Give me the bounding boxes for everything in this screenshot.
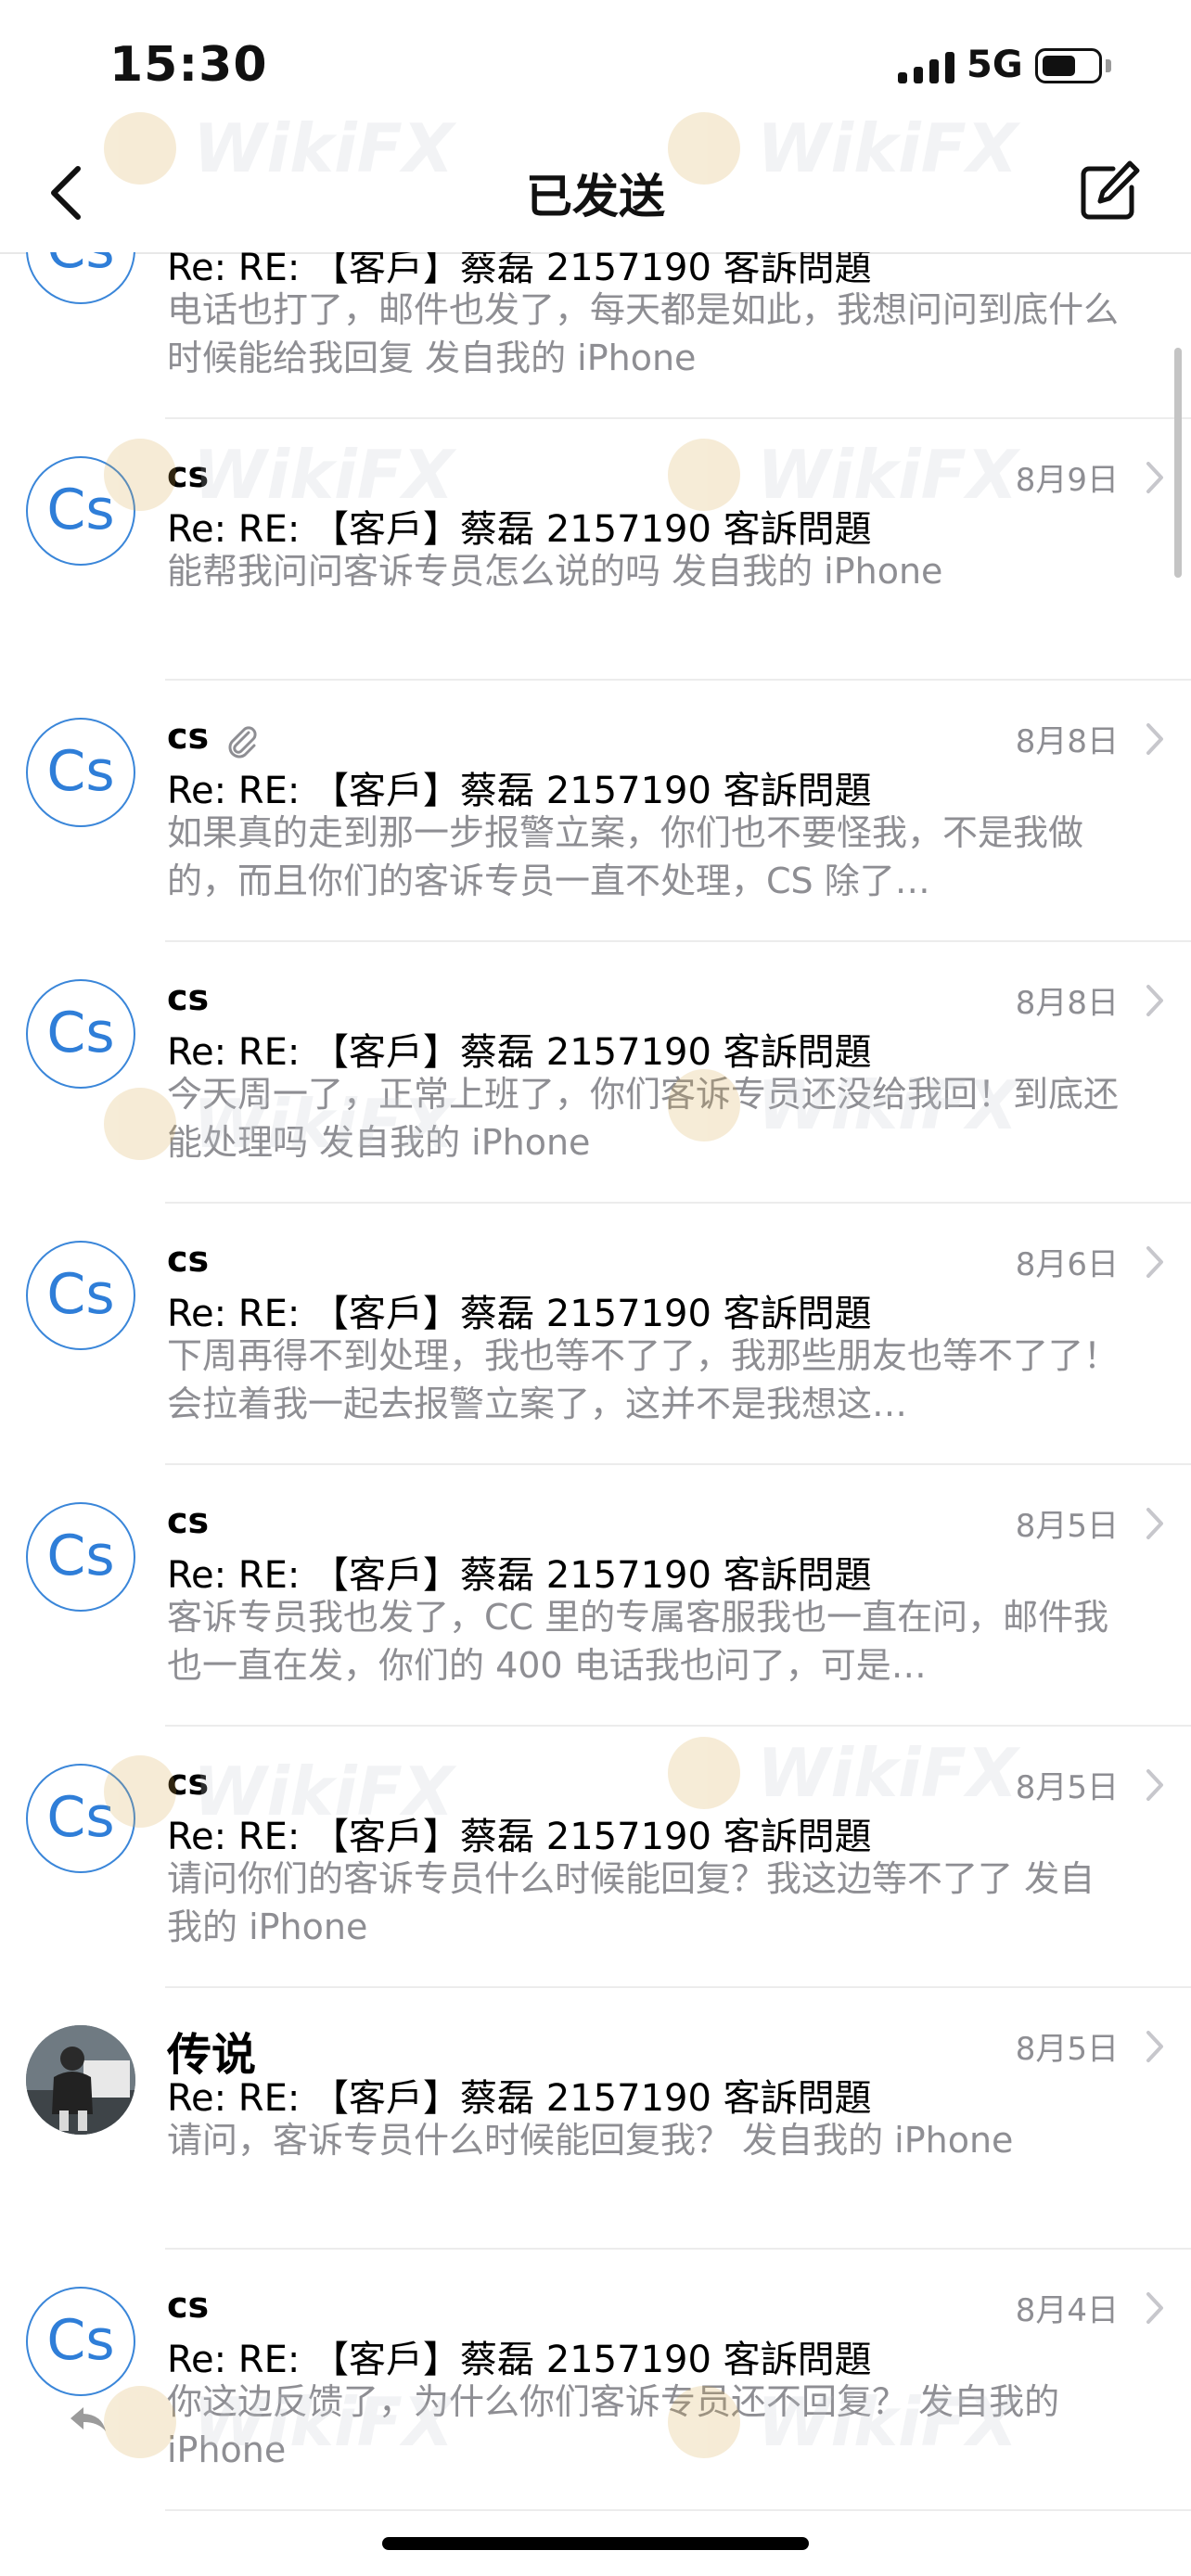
chevron-right-icon — [1146, 462, 1163, 493]
mail-sender: cs — [167, 1500, 210, 1541]
mail-date: 8月5日 — [1015, 1769, 1119, 1806]
mail-preview: 客诉专员我也发了，CC 里的专属客服我也一直在问，邮件我也一直在发，你们的 40… — [167, 1597, 1109, 1686]
mail-date: 8月8日 — [1015, 723, 1119, 760]
attachment-paperclip-icon — [228, 726, 257, 759]
mail-preview: 下周再得不到处理，我也等不了了，我那些朋友也等不了了！会拉着我一起去报警立案了，… — [167, 1335, 1120, 1424]
mail-preview: 请问你们的客诉专员什么时候能回复？我这边等不了了 发自我的 iPhone — [167, 1858, 1095, 1947]
mail-subject: Re: RE: 【客戶】蔡磊 2157190 客訴問題 — [167, 770, 872, 812]
mail-date: 8月5日 — [1015, 2031, 1119, 2068]
mail-sender: cs — [167, 716, 210, 757]
compose-icon[interactable] — [1076, 158, 1143, 224]
mail-sender: cs — [167, 2285, 210, 2326]
mail-item[interactable]: Cs cs 8月8日 Re: RE: 【客戶】蔡磊 2157190 客訴問題 今… — [0, 942, 1191, 1204]
mail-item[interactable]: Cs cs 8月6日 Re: RE: 【客戶】蔡磊 2157190 客訴問題 下… — [0, 1204, 1191, 1465]
chevron-right-icon — [1146, 1769, 1163, 1801]
mail-preview: 能帮我问问客诉专员怎么说的吗 发自我的 iPhone — [167, 551, 943, 592]
mail-preview: 请问，客诉专员什么时候能回复我？ 发自我的 iPhone — [167, 2120, 1014, 2161]
mail-sender: cs — [167, 1239, 210, 1280]
mail-sender: cs — [167, 977, 210, 1018]
chevron-right-icon — [1146, 2292, 1163, 2324]
sender-avatar: Cs — [26, 252, 135, 304]
mail-date: 8月9日 — [1015, 462, 1119, 499]
divider — [165, 2509, 1191, 2511]
scrollbar[interactable] — [1174, 348, 1182, 578]
cellular-signal-icon — [898, 52, 955, 83]
replied-arrow-icon — [70, 2407, 106, 2431]
mail-item[interactable]: 传说 8月5日 Re: RE: 【客戶】蔡磊 2157190 客訴問題 请问，客… — [0, 1988, 1191, 2250]
mail-subject: Re: RE: 【客戶】蔡磊 2157190 客訴問題 — [167, 508, 872, 551]
mail-sender: cs — [167, 1762, 210, 1803]
mail-date: 8月8日 — [1015, 985, 1119, 1022]
mail-date: 8月5日 — [1015, 1508, 1119, 1545]
mail-item[interactable]: Cs Re: RE: 【客戶】蔡磊 2157190 客訴問題 电话也打了，邮件也… — [0, 252, 1191, 419]
mail-item[interactable]: Cs cs 8月5日 Re: RE: 【客戶】蔡磊 2157190 客訴問題 客… — [0, 1465, 1191, 1727]
sender-avatar: Cs — [26, 1502, 135, 1612]
network-type: 5G — [967, 44, 1023, 86]
nav-bar: 已发送 — [0, 130, 1191, 254]
mail-date: 8月4日 — [1015, 2292, 1119, 2329]
battery-tip — [1106, 59, 1111, 72]
mail-item[interactable]: Cs cs 8月4日 Re: RE: 【客戶】蔡磊 2157190 客訴問題 你… — [0, 2250, 1191, 2511]
mail-list[interactable]: Cs Re: RE: 【客戶】蔡磊 2157190 客訴問題 电话也打了，邮件也… — [0, 252, 1191, 2576]
mail-item[interactable]: Cs cs 8月8日 Re: RE: 【客戶】蔡磊 2157190 客訴問題 如… — [0, 681, 1191, 942]
chevron-right-icon — [1146, 2031, 1163, 2062]
mail-subject: Re: RE: 【客戶】蔡磊 2157190 客訴問題 — [167, 1816, 872, 1858]
sender-avatar: Cs — [26, 2287, 135, 2396]
mail-preview: 今天周一了，正常上班了，你们客诉专员还没给我回！到底还能处理吗 发自我的 iPh… — [167, 1074, 1120, 1163]
mail-item[interactable]: Cs cs 8月9日 Re: RE: 【客戶】蔡磊 2157190 客訴問題 能… — [0, 419, 1191, 681]
page-title: 已发送 — [526, 170, 665, 223]
chevron-right-icon — [1146, 985, 1163, 1016]
mail-subject: Re: RE: 【客戶】蔡磊 2157190 客訴問題 — [167, 1031, 872, 1074]
mail-subject: Re: RE: 【客戶】蔡磊 2157190 客訴問題 — [167, 2339, 872, 2381]
sender-avatar: Cs — [26, 456, 135, 566]
home-indicator[interactable] — [382, 2537, 809, 2550]
sender-avatar: Cs — [26, 718, 135, 827]
status-time: 15:30 — [109, 37, 268, 93]
chevron-right-icon — [1146, 1508, 1163, 1539]
sender-avatar: Cs — [26, 979, 135, 1089]
mail-item[interactable]: Cs cs 8月5日 Re: RE: 【客戶】蔡磊 2157190 客訴問題 请… — [0, 1727, 1191, 1988]
mail-subject: Re: RE: 【客戶】蔡磊 2157190 客訴問題 — [167, 1554, 872, 1597]
mail-sender: cs — [167, 454, 210, 495]
sender-avatar: Cs — [26, 1241, 135, 1350]
battery-icon — [1035, 48, 1102, 83]
sender-avatar: Cs — [26, 1764, 135, 1873]
mail-subject: Re: RE: 【客戶】蔡磊 2157190 客訴問題 — [167, 2077, 872, 2120]
mail-preview: 电话也打了，邮件也发了，每天都是如此，我想问问到底什么时候能给我回复 发自我的 … — [167, 289, 1120, 378]
mail-preview: 你这边反馈了，为什么你们客诉专员还不回复？ 发自我的 iPhone — [167, 2381, 1060, 2470]
mail-date: 8月6日 — [1015, 1246, 1119, 1283]
status-bar: 15:30 5G — [0, 0, 1191, 130]
sender-avatar-photo — [26, 2025, 135, 2135]
chevron-right-icon — [1146, 1246, 1163, 1278]
mail-preview: 如果真的走到那一步报警立案，你们也不要怪我，不是我做的，而且你们的客诉专员一直不… — [167, 812, 1084, 901]
mail-subject: Re: RE: 【客戶】蔡磊 2157190 客訴問題 — [167, 1293, 872, 1335]
chevron-right-icon — [1146, 723, 1163, 755]
